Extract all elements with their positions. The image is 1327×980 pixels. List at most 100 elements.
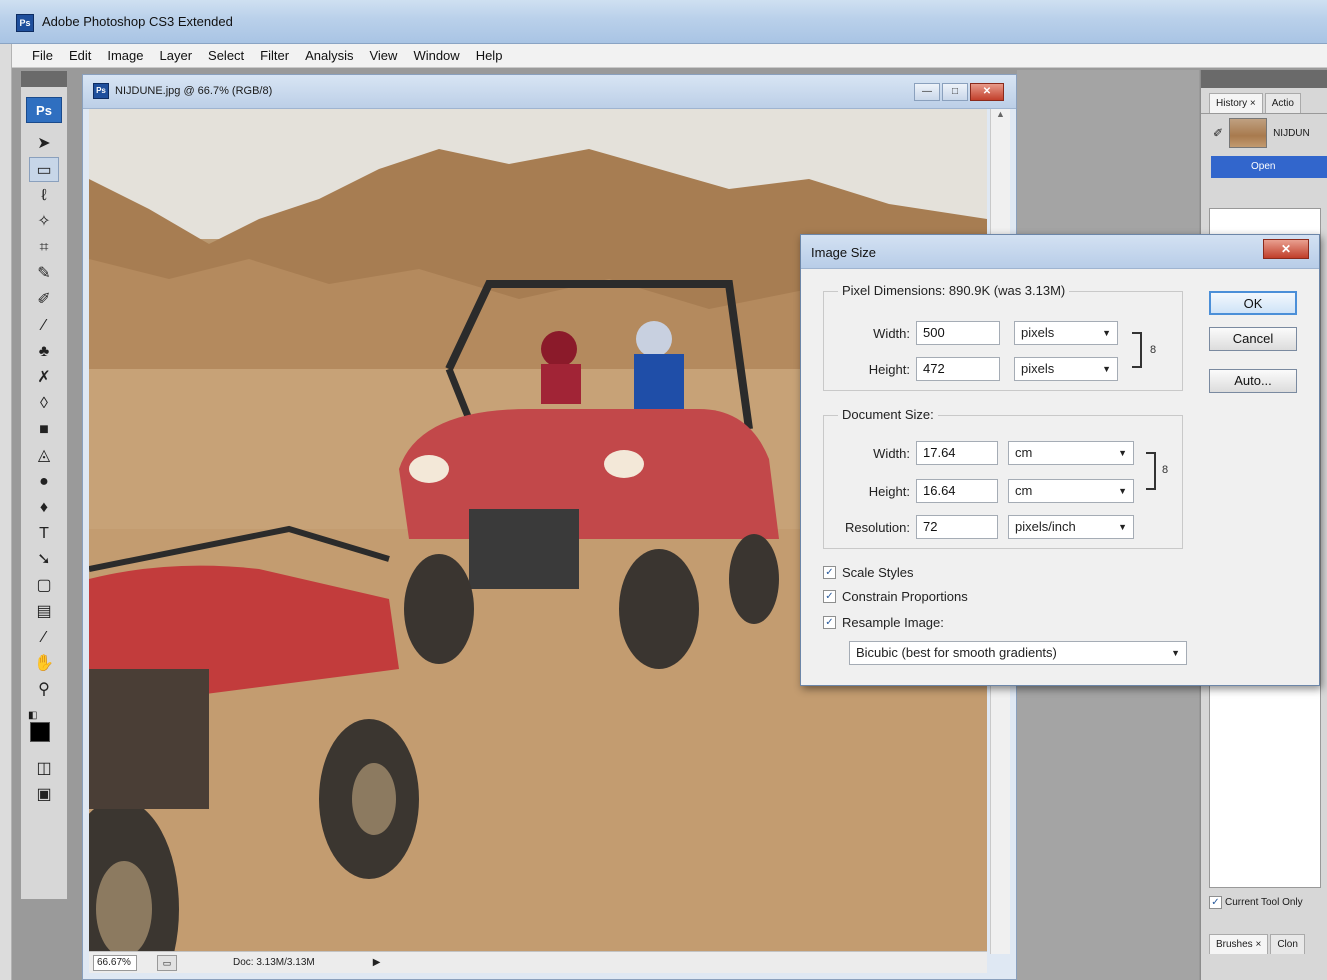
menu-help[interactable]: Help <box>468 48 511 63</box>
document-size-group: Document Size: Width: 17.64 cm ▼ Height:… <box>823 407 1183 549</box>
doc-height-unit-value: cm <box>1015 483 1033 498</box>
menu-image[interactable]: Image <box>99 48 151 63</box>
path-selection-icon[interactable]: ➘ <box>29 547 59 572</box>
default-colors-icon[interactable]: ◧ <box>28 710 37 721</box>
resample-image-checkbox[interactable]: ✓ <box>823 616 836 629</box>
close-button[interactable]: ✕ <box>970 83 1004 101</box>
minimize-button[interactable]: — <box>914 83 940 101</box>
doc-width-input[interactable]: 17.64 <box>916 441 998 465</box>
quick-mask-icon[interactable]: ◫ <box>29 756 59 781</box>
brushes-panel-tabs: Brushes × Clon <box>1209 934 1307 954</box>
left-edge-strip <box>0 44 12 980</box>
gradient-icon[interactable]: ■ <box>29 417 59 442</box>
cancel-button[interactable]: Cancel <box>1209 327 1297 351</box>
tools-panel-grip[interactable] <box>21 71 67 87</box>
status-arrow-icon[interactable]: ▶ <box>373 957 381 968</box>
menu-select[interactable]: Select <box>200 48 252 63</box>
healing-brush-icon[interactable]: ✐ <box>29 287 59 312</box>
foreground-color-swatch[interactable] <box>30 722 50 742</box>
pixel-height-row: Height: 472 pixels ▼ <box>824 356 1118 382</box>
current-tool-only-checkbox[interactable]: ✓ <box>1209 896 1222 909</box>
document-size-readout: Doc: 3.13M/3.13M <box>233 957 315 968</box>
pixel-width-input[interactable]: 500 <box>916 321 1000 345</box>
menu-filter[interactable]: Filter <box>252 48 297 63</box>
document-status-bar: 66.67% ▭ Doc: 3.13M/3.13M ▶ <box>89 951 987 973</box>
menu-layer[interactable]: Layer <box>152 48 201 63</box>
resample-image-option[interactable]: ✓ Resample Image: <box>823 615 944 630</box>
crop-icon[interactable]: ⌗ <box>29 235 59 260</box>
scroll-up-icon[interactable]: ▲ <box>991 109 1010 119</box>
pixel-height-input[interactable]: 472 <box>916 357 1000 381</box>
history-brush-source-icon[interactable]: ✐ <box>1213 126 1223 140</box>
current-tool-only-option[interactable]: ✓ Current Tool Only <box>1209 896 1303 909</box>
doc-width-unit-select[interactable]: cm ▼ <box>1008 441 1134 465</box>
eraser-icon[interactable]: ◊ <box>29 391 59 416</box>
menu-file[interactable]: File <box>24 48 61 63</box>
document-window-buttons: — □ ✕ <box>914 83 1004 101</box>
chevron-down-icon: ▼ <box>1118 522 1127 532</box>
slice-icon[interactable]: ✎ <box>29 261 59 286</box>
clone-stamp-icon[interactable]: ♣ <box>29 339 59 364</box>
scale-styles-checkbox[interactable]: ✓ <box>823 566 836 579</box>
doc-height-label: Height: <box>868 483 910 499</box>
resolution-unit-value: pixels/inch <box>1015 519 1076 534</box>
marquee-icon[interactable]: ▭ <box>29 157 59 182</box>
dialog-titlebar[interactable]: Image Size ✕ <box>801 235 1319 269</box>
tab-history[interactable]: History × <box>1209 93 1263 113</box>
menu-edit[interactable]: Edit <box>61 48 99 63</box>
document-size-label: Document Size: <box>838 407 938 422</box>
hand-icon[interactable]: ✋ <box>29 651 59 676</box>
tab-actions[interactable]: Actio <box>1264 93 1301 113</box>
document-titlebar[interactable]: Ps NIJDUNE.jpg @ 66.7% (RGB/8) — □ ✕ <box>83 75 1016 109</box>
document-icon: Ps <box>93 83 109 99</box>
move-icon[interactable]: ➤ <box>29 131 59 156</box>
resample-method-select[interactable]: Bicubic (best for smooth gradients) ▼ <box>849 641 1187 665</box>
magic-wand-icon[interactable]: ✧ <box>29 209 59 234</box>
doc-height-input[interactable]: 16.64 <box>916 479 998 503</box>
auto-button[interactable]: Auto... <box>1209 369 1297 393</box>
status-menu-icon[interactable]: ▭ <box>157 954 177 971</box>
brush-icon[interactable]: ⁄ <box>29 313 59 338</box>
constrain-proportions-checkbox[interactable]: ✓ <box>823 590 836 603</box>
type-icon[interactable]: T <box>29 521 59 546</box>
ps-logo[interactable]: Ps <box>26 97 62 123</box>
menu-window[interactable]: Window <box>405 48 467 63</box>
current-tool-only-label: Current Tool Only <box>1225 897 1303 908</box>
lasso-icon[interactable]: ℓ <box>29 183 59 208</box>
resolution-input[interactable]: 72 <box>916 515 998 539</box>
chevron-down-icon: ▼ <box>1102 328 1111 338</box>
pixel-link-bracket <box>1132 332 1142 368</box>
notes-icon[interactable]: ▤ <box>29 599 59 624</box>
menu-view[interactable]: View <box>361 48 405 63</box>
pixel-height-unit-select[interactable]: pixels ▼ <box>1014 357 1118 381</box>
eyedropper-icon[interactable]: ⁄ <box>29 625 59 650</box>
zoom-level-field[interactable]: 66.67% <box>93 954 137 971</box>
constrain-proportions-option[interactable]: ✓ Constrain Proportions <box>823 589 968 604</box>
dialog-close-button[interactable]: ✕ <box>1263 239 1309 259</box>
pixel-width-unit-select[interactable]: pixels ▼ <box>1014 321 1118 345</box>
document-title: NIJDUNE.jpg @ 66.7% (RGB/8) <box>115 85 273 97</box>
menu-analysis[interactable]: Analysis <box>297 48 361 63</box>
screen-mode-icon[interactable]: ▣ <box>29 782 59 807</box>
maximize-button[interactable]: □ <box>942 83 968 101</box>
doc-width-label: Width: <box>873 445 910 461</box>
pixel-dimensions-label: Pixel Dimensions: 890.9K (was 3.13M) <box>838 283 1070 298</box>
history-brush-icon[interactable]: ✗ <box>29 365 59 390</box>
blur-icon[interactable]: ◬ <box>29 443 59 468</box>
tab-clone-source[interactable]: Clon <box>1270 934 1305 954</box>
dodge-icon[interactable]: ● <box>29 469 59 494</box>
pen-icon[interactable]: ♦ <box>29 495 59 520</box>
pixel-width-unit-value: pixels <box>1021 325 1055 340</box>
doc-height-unit-select[interactable]: cm ▼ <box>1008 479 1134 503</box>
history-state-open[interactable]: Open <box>1211 156 1327 178</box>
shape-icon[interactable]: ▢ <box>29 573 59 598</box>
panel-dock-grip[interactable] <box>1201 70 1327 88</box>
app-titlebar: Ps Adobe Photoshop CS3 Extended <box>0 0 1327 44</box>
history-snapshot[interactable]: ✐ NIJDUN <box>1201 114 1327 152</box>
tab-brushes[interactable]: Brushes × <box>1209 934 1269 954</box>
resolution-unit-select[interactable]: pixels/inch ▼ <box>1008 515 1134 539</box>
ok-button[interactable]: OK <box>1209 291 1297 315</box>
zoom-icon[interactable]: ⚲ <box>29 677 59 702</box>
history-panel-tabs: History × Actio <box>1201 88 1327 114</box>
scale-styles-option[interactable]: ✓ Scale Styles <box>823 565 914 580</box>
